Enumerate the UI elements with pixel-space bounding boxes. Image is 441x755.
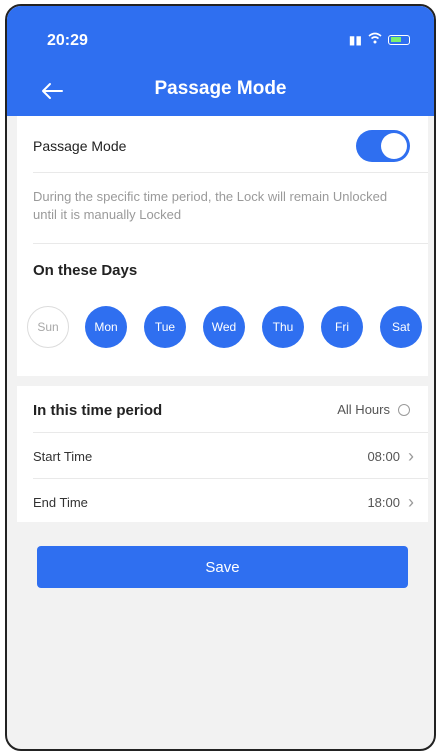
battery-icon: [388, 34, 410, 45]
signal-icon: ▮▮: [348, 32, 362, 47]
divider: [33, 172, 428, 173]
status-icons: ▮▮: [349, 32, 410, 47]
start-time-row[interactable]: Start Time 08:00 ›: [33, 444, 414, 468]
divider: [33, 432, 428, 433]
time-period-title: In this time period: [33, 402, 163, 419]
wifi-icon: [368, 32, 382, 47]
all-hours-label: All Hours: [337, 402, 390, 417]
end-time-row[interactable]: End Time 18:00 ›: [33, 490, 414, 514]
day-sun[interactable]: Sun: [27, 306, 69, 348]
day-sat[interactable]: Sat: [380, 306, 422, 348]
save-button[interactable]: Save: [37, 546, 408, 588]
divider: [33, 243, 428, 244]
start-time-value: 08:00: [367, 448, 400, 464]
time-period-card: In this time period All Hours Start Time…: [17, 386, 428, 522]
all-hours-option[interactable]: All Hours: [337, 402, 410, 417]
end-time-value: 18:00: [367, 494, 400, 510]
passage-mode-description: During the specific time period, the Loc…: [33, 189, 388, 222]
divider: [33, 478, 428, 479]
end-time-label: End Time: [33, 494, 88, 510]
day-wed[interactable]: Wed: [203, 306, 245, 348]
status-time: 20:29: [47, 32, 88, 49]
day-tue[interactable]: Tue: [144, 306, 186, 348]
chevron-right-icon: ›: [408, 491, 414, 512]
page-title: Passage Mode: [154, 78, 287, 99]
day-mon[interactable]: Mon: [85, 306, 127, 348]
phone-frame: 20:29 ▮▮ Passage Mode Passage Mode Durin…: [5, 4, 436, 751]
days-title: On these Days: [33, 262, 138, 279]
day-fri[interactable]: Fri: [321, 306, 363, 348]
passage-mode-card: Passage Mode During the specific time pe…: [17, 116, 428, 376]
passage-mode-label: Passage Mode: [33, 138, 127, 154]
toggle-knob: [381, 133, 407, 159]
app-header: 20:29 ▮▮ Passage Mode: [7, 6, 434, 116]
day-thu[interactable]: Thu: [262, 306, 304, 348]
start-time-label: Start Time: [33, 448, 93, 464]
radio-icon: [398, 403, 410, 416]
passage-mode-row: Passage Mode: [17, 130, 428, 162]
passage-mode-toggle[interactable]: [356, 130, 410, 162]
chevron-right-icon: ›: [408, 445, 414, 466]
status-bar: 20:29 ▮▮: [7, 6, 434, 56]
day-selector: Sun Mon Tue Wed Thu Fri Sat: [27, 306, 428, 350]
